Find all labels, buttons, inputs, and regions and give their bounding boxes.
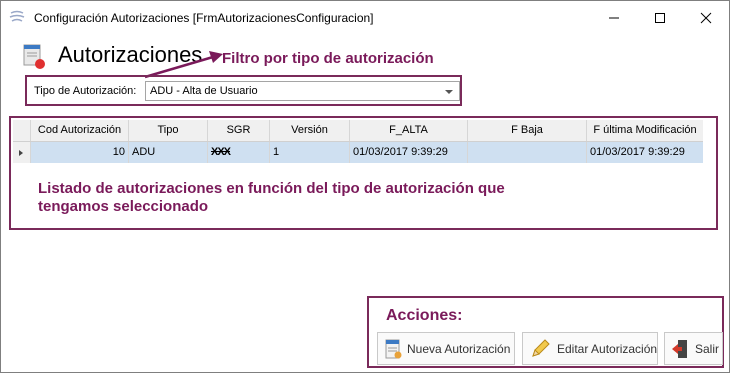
- maximize-icon: [655, 12, 665, 23]
- pencil-icon: [529, 338, 551, 360]
- cell-f-baja[interactable]: [468, 142, 587, 163]
- annotation-list-note-2: tengamos seleccionado: [38, 198, 209, 215]
- close-icon: [700, 12, 712, 23]
- minimize-icon: [609, 17, 619, 18]
- col-sgr[interactable]: SGR: [208, 120, 270, 141]
- col-tipo[interactable]: Tipo: [129, 120, 208, 141]
- cell-f-mod[interactable]: 01/03/2017 9:39:29: [587, 142, 703, 163]
- cell-f-alta[interactable]: 01/03/2017 9:39:29: [350, 142, 468, 163]
- col-version[interactable]: Versión: [270, 120, 350, 141]
- table-row[interactable]: 10 ADU XXX 1 01/03/2017 9:39:29 01/03/20…: [13, 142, 703, 163]
- select-value: ADU - Alta de Usuario: [150, 85, 258, 97]
- col-f-baja[interactable]: F Baja: [468, 120, 587, 141]
- grid-header: Cod Autorización Tipo SGR Versión F_ALTA…: [13, 120, 703, 142]
- cell-tipo[interactable]: ADU: [129, 142, 208, 163]
- row-header-corner: [13, 120, 31, 141]
- authorizations-grid: Cod Autorización Tipo SGR Versión F_ALTA…: [13, 120, 703, 164]
- exit-door-icon: [670, 338, 690, 360]
- edit-authorization-label: Editar Autorización: [557, 341, 658, 356]
- exit-label: Salir: [695, 341, 720, 356]
- authorizations-icon: [21, 41, 47, 71]
- new-document-icon: [384, 338, 402, 360]
- filter-label: Tipo de Autorización:: [34, 85, 137, 97]
- cell-version[interactable]: 1: [270, 142, 350, 163]
- cell-cod[interactable]: 10: [31, 142, 129, 163]
- tipo-autorizacion-select[interactable]: ADU - Alta de Usuario: [145, 81, 460, 101]
- actions-title: Acciones:: [386, 307, 463, 324]
- config-window: Configuración Autorizaciones [FrmAutoriz…: [0, 0, 730, 373]
- window-title: Configuración Autorizaciones [FrmAutoriz…: [34, 11, 374, 25]
- col-cod[interactable]: Cod Autorización: [31, 120, 129, 141]
- col-f-alta[interactable]: F_ALTA: [350, 120, 468, 141]
- cell-sgr[interactable]: XXX: [208, 142, 270, 163]
- new-authorization-button[interactable]: Nueva Autorización: [377, 332, 515, 365]
- exit-button[interactable]: Salir: [664, 332, 723, 365]
- title-bar: Configuración Autorizaciones [FrmAutoriz…: [1, 1, 729, 34]
- close-button[interactable]: [683, 1, 729, 34]
- app-icon: [9, 10, 25, 24]
- chevron-down-icon: [445, 90, 453, 94]
- minimize-button[interactable]: [591, 1, 637, 34]
- annotation-filter-note: Filtro por tipo de autorización: [222, 50, 434, 67]
- row-selector[interactable]: [13, 142, 31, 163]
- edit-authorization-button[interactable]: Editar Autorización: [522, 332, 658, 365]
- new-authorization-label: Nueva Autorización: [407, 341, 511, 356]
- annotation-list-note-1: Listado de autorizaciones en función del…: [38, 180, 505, 197]
- col-f-mod[interactable]: F última Modificación: [587, 120, 703, 141]
- row-pointer-icon: [19, 150, 23, 156]
- maximize-button[interactable]: [637, 1, 683, 34]
